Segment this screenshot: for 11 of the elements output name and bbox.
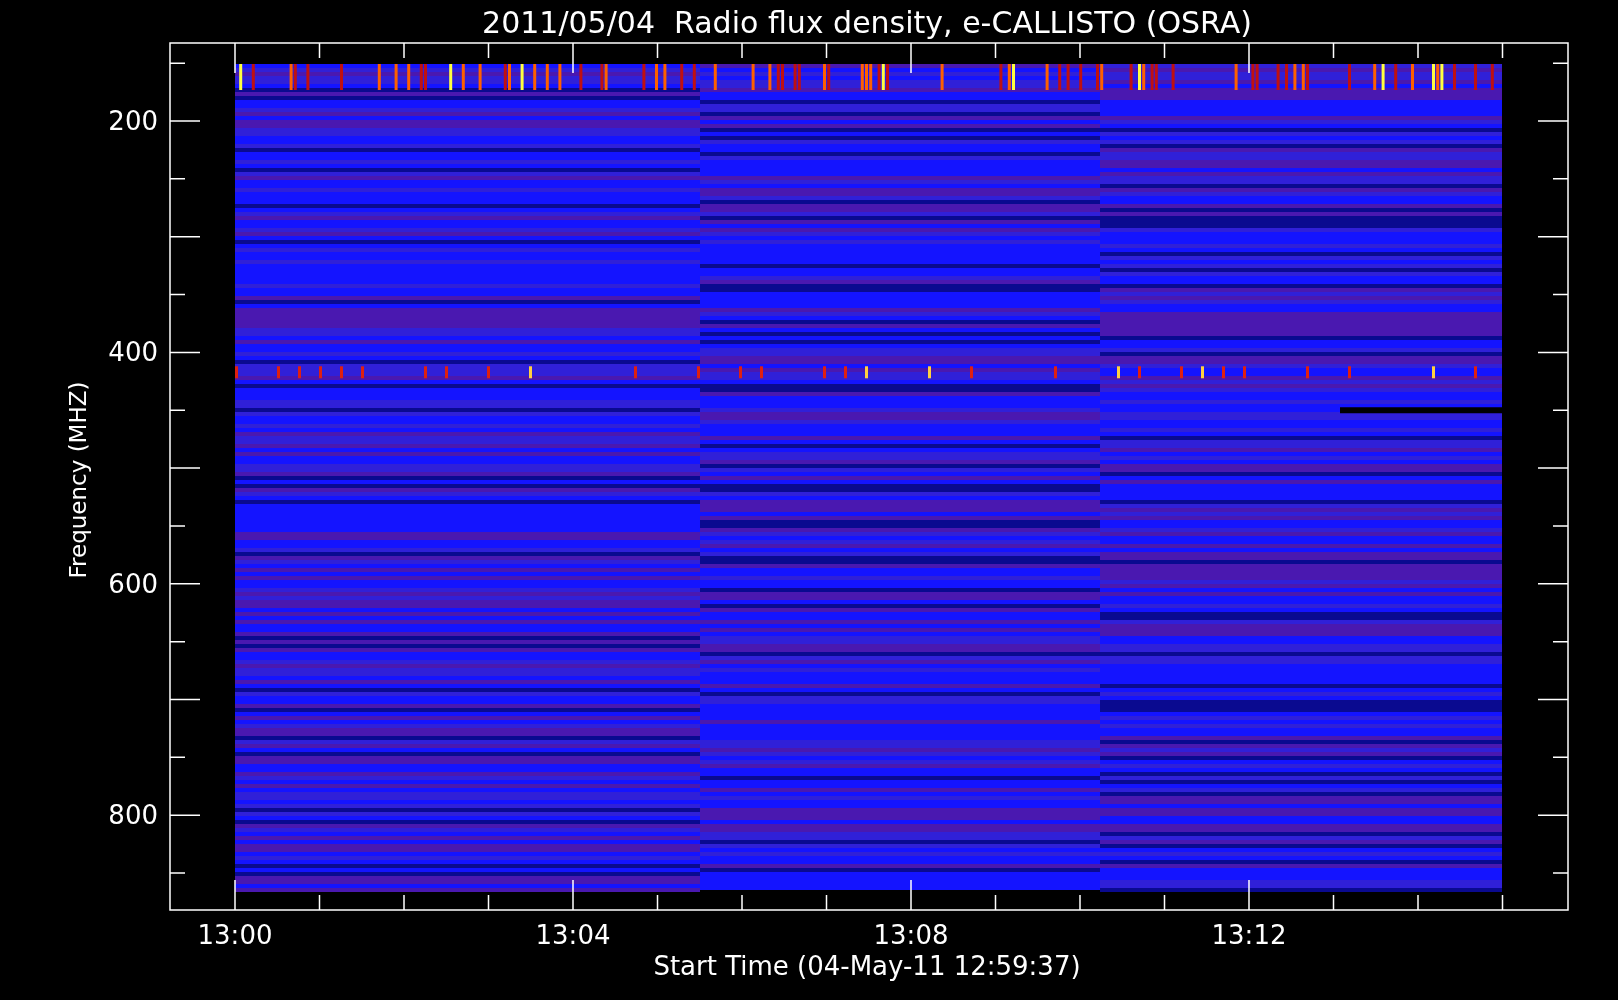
x-tick-label: 13:12 — [1211, 920, 1287, 950]
y-tick-label: 800 — [108, 800, 158, 831]
x-tick-label: 13:04 — [535, 920, 611, 950]
y-axis-label: Frequency (MHZ) — [65, 381, 91, 579]
x-tick-label: 13:00 — [197, 920, 273, 950]
y-tick-label: 400 — [108, 337, 158, 368]
chart-title: 2011/05/04 Radio flux density, e-CALLISTO (OSRA) — [482, 5, 1252, 40]
y-tick-label: 600 — [108, 568, 158, 599]
x-tick-label: 13:08 — [873, 920, 949, 950]
y-tick-label: 200 — [108, 106, 158, 136]
x-axis-label: Start Time (04-May-11 12:59:37) — [653, 951, 1081, 981]
